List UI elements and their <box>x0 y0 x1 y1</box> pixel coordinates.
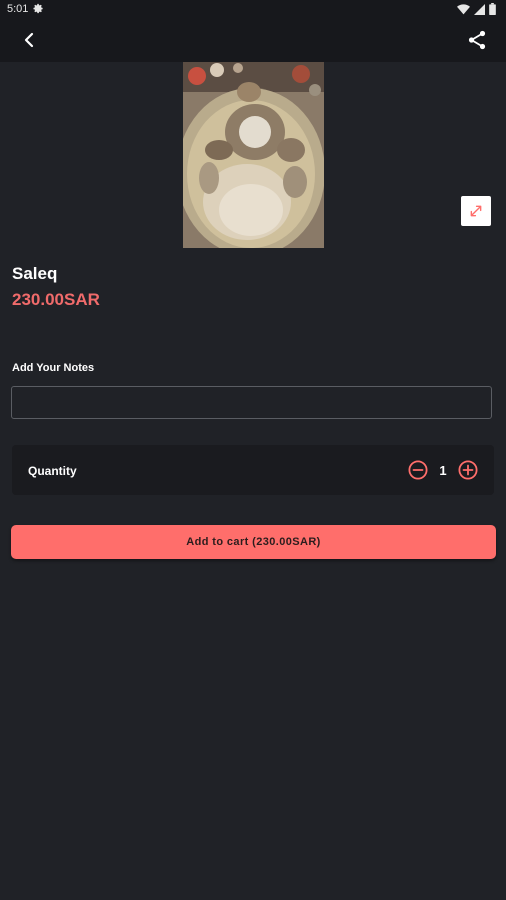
wifi-icon <box>457 3 470 14</box>
status-icons <box>457 3 496 15</box>
status-time: 5:01 <box>7 3 29 15</box>
quantity-label: Quantity <box>28 464 77 478</box>
dish-photo-illustration <box>183 62 324 248</box>
status-bar: 5:01 <box>0 0 506 18</box>
plus-circle-icon[interactable] <box>458 460 478 480</box>
signal-icon <box>474 3 485 15</box>
back-arrow-icon[interactable] <box>17 28 41 52</box>
product-name: Saleq <box>12 264 58 283</box>
minus-circle-icon[interactable] <box>408 460 428 480</box>
notes-input[interactable] <box>11 386 492 419</box>
expand-image-button[interactable] <box>461 196 491 226</box>
product-price: 230.00SAR <box>12 290 100 309</box>
expand-icon <box>470 205 482 217</box>
share-icon[interactable] <box>465 28 489 52</box>
battery-icon <box>489 3 496 15</box>
add-to-cart-button[interactable]: Add to cart (230.00SAR) <box>11 525 496 559</box>
app-bar <box>0 18 506 62</box>
product-image <box>183 62 324 248</box>
notes-label: Add Your Notes <box>12 362 95 374</box>
quantity-value: 1 <box>439 463 447 478</box>
settings-notification-icon <box>33 3 43 14</box>
quantity-panel: Quantity 1 <box>12 445 494 495</box>
